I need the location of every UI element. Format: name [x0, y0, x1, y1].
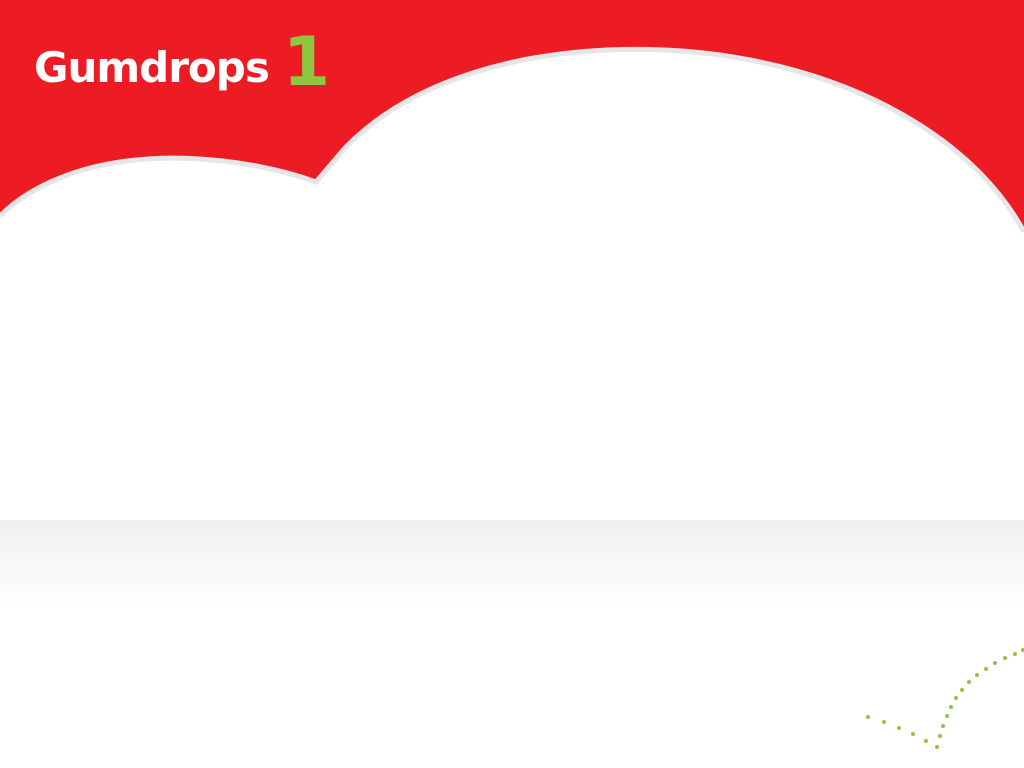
logo-word: Gumdrops	[34, 43, 270, 93]
dotted-arc-dots	[866, 648, 1024, 749]
title-screen: Gumdrops 1	[0, 0, 1024, 768]
floor-gradient-band	[0, 520, 1024, 610]
game-logo: Gumdrops 1	[34, 28, 330, 96]
logo-number: 1	[282, 23, 331, 102]
dotted-arc-icon	[866, 648, 1024, 749]
